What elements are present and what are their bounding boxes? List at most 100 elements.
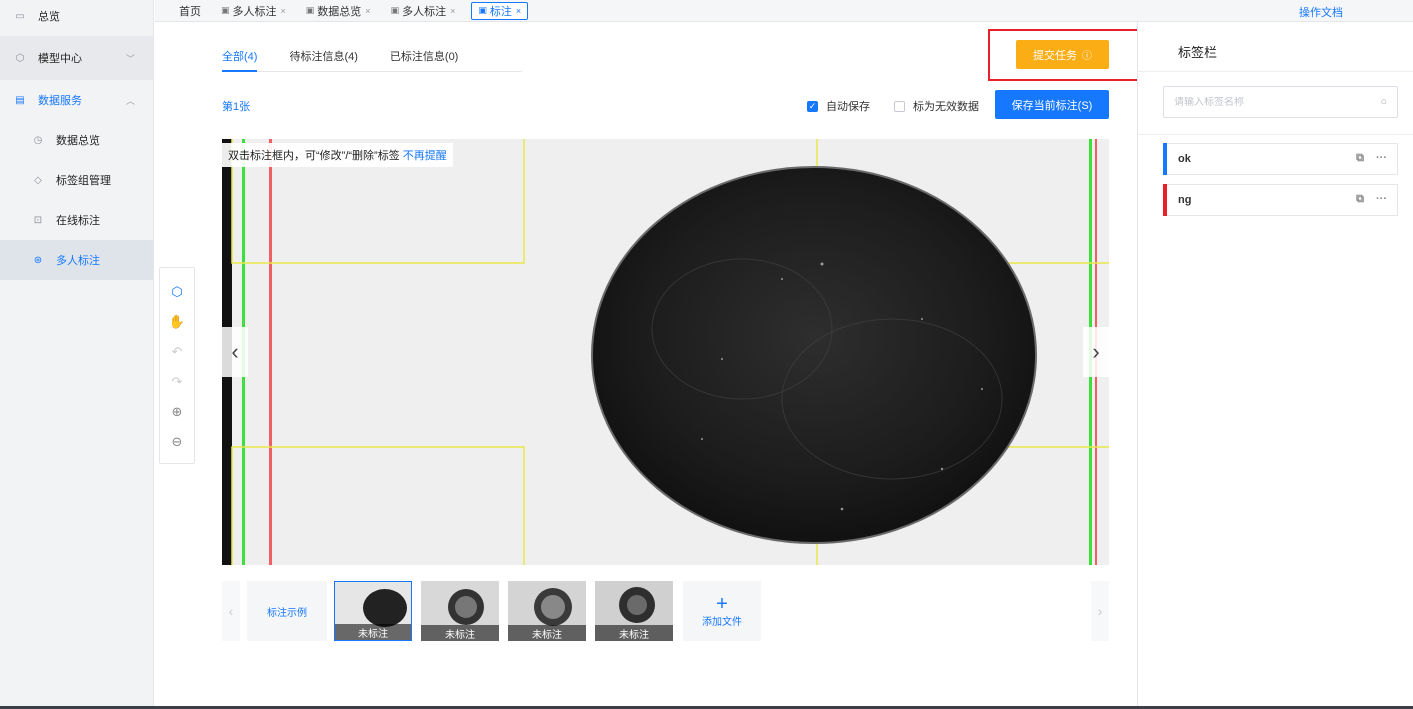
thumbnail-item[interactable]: 未标注 <box>421 581 499 641</box>
thumbnail-item[interactable]: 未标注 <box>595 581 673 641</box>
label-name: ok <box>1178 153 1191 165</box>
close-icon[interactable]: × <box>450 6 455 16</box>
close-icon[interactable]: × <box>516 6 521 16</box>
more-icon[interactable]: ··· <box>1376 152 1387 165</box>
tab-done[interactable]: 已标注信息(0) <box>390 48 458 72</box>
tab-home[interactable]: 首页 <box>175 2 205 20</box>
dashboard-icon: ▭ <box>15 10 25 22</box>
sidebar-item-label: 数据服务 <box>38 95 82 107</box>
sidebar-item-label: 数据总览 <box>56 135 100 147</box>
label-item-ng[interactable]: ng ⧉ ··· <box>1163 184 1398 216</box>
chevron-up-icon: ︿ <box>125 95 135 106</box>
save-annotation-button[interactable]: 保存当前标注(S) <box>995 90 1109 119</box>
sidebar-item-model-center[interactable]: ⬡ 模型中心 ﹀ <box>0 36 153 80</box>
label-color-bar <box>1163 143 1167 175</box>
tab-all[interactable]: 全部(4) <box>222 48 258 72</box>
polygon-tool-icon[interactable]: ⬡ <box>167 282 187 302</box>
tab-data-overview[interactable]: ▣ 数据总览 × <box>302 2 375 20</box>
annotation-image <box>222 139 1109 565</box>
annotation-canvas[interactable]: 双击标注框内，可“修改”/“删除”标签 不再提醒 ‹ › <box>222 139 1109 565</box>
sidebar-item-online-annotate[interactable]: ⊡ 在线标注 <box>0 200 153 240</box>
undo-icon[interactable]: ↶ <box>167 342 187 362</box>
tag-icon: ◇ <box>34 174 42 186</box>
tab-label: 多人标注 <box>232 5 277 18</box>
sidebar-item-label: 模型中心 <box>38 53 82 65</box>
chevron-down-icon: ﹀ <box>125 53 135 64</box>
tab-annotate[interactable]: ▣ 标注 × <box>471 1 529 20</box>
panel-title: 标签栏 <box>1178 45 1218 60</box>
sidebar-item-data-overview[interactable]: ◷ 数据总览 <box>0 120 153 160</box>
tab-label: 标注 <box>489 5 512 18</box>
prev-image-button[interactable]: ‹ <box>222 327 248 377</box>
team-icon: ⊛ <box>33 254 43 266</box>
tab-multi-annotate[interactable]: ▣ 多人标注 × <box>217 2 290 20</box>
more-icon[interactable]: ··· <box>1376 193 1387 206</box>
thumbnail-item[interactable]: 未标注 <box>508 581 586 641</box>
tab-bar: 首页 ▣ 多人标注 × ▣ 数据总览 × ▣ 多人标注 × ▣ 标注 × 操作文… <box>155 0 1413 22</box>
thumb-status: 未标注 <box>508 625 586 641</box>
thumb-next-button[interactable]: › <box>1091 581 1109 641</box>
add-file-button[interactable]: + 添加文件 <box>683 581 761 641</box>
hint-banner: 双击标注框内，可“修改”/“删除”标签 不再提醒 <box>222 143 453 167</box>
label-item-ok[interactable]: ok ⧉ ··· <box>1163 143 1398 175</box>
tab-label: 多人标注 <box>402 5 447 18</box>
label-panel: 标签栏 ○ ok ⧉ ··· ng ⧉ ··· <box>1137 22 1413 709</box>
annotate-icon: ⊡ <box>33 214 43 226</box>
search-icon[interactable]: ○ <box>1380 96 1387 108</box>
label-actions: ⧉ ··· <box>1356 193 1387 206</box>
dismiss-hint-link[interactable]: 不再提醒 <box>403 150 447 162</box>
page-icon: ▣ <box>221 5 230 15</box>
tab-multi-annotate-2[interactable]: ▣ 多人标注 × <box>387 2 460 20</box>
thumb-status: 未标注 <box>421 625 499 641</box>
label-color-bar <box>1163 184 1167 216</box>
tab-pending[interactable]: 待标注信息(4) <box>289 48 357 72</box>
thumb-status: 未标注 <box>335 624 411 640</box>
label-name: ng <box>1178 194 1192 206</box>
sidebar-item-label: 多人标注 <box>56 255 100 267</box>
label-search-input[interactable] <box>1174 96 1381 108</box>
redo-icon[interactable]: ↷ <box>167 372 187 392</box>
zoom-out-icon[interactable]: ⊖ <box>167 432 187 452</box>
button-label: 添加文件 <box>702 616 742 628</box>
thumbnail-item[interactable]: 未标注 <box>334 581 412 641</box>
copy-icon[interactable]: ⧉ <box>1356 193 1364 206</box>
clock-icon: ◷ <box>33 134 43 146</box>
page-icon: ▣ <box>478 5 487 15</box>
divider <box>1138 134 1413 135</box>
info-icon: ⓘ <box>1082 51 1092 62</box>
tab-label: 首页 <box>179 5 201 18</box>
close-icon[interactable]: × <box>365 6 370 16</box>
sidebar: ▭ 总览 ⬡ 模型中心 ﹀ ▤ 数据服务 ︿ ◷ 数据总览 ◇ 标签组管理 ⊡ … <box>0 0 154 709</box>
copy-icon[interactable]: ⧉ <box>1356 152 1364 165</box>
zoom-in-icon[interactable]: ⊕ <box>167 402 187 422</box>
close-icon[interactable]: × <box>281 6 286 16</box>
tab-label: 数据总览 <box>317 5 362 18</box>
page-number: 第1张 <box>222 101 251 113</box>
plus-icon: + <box>716 592 728 615</box>
checkbox-label: 标为无效数据 <box>913 101 979 113</box>
sidebar-item-data-service[interactable]: ▤ 数据服务 ︿ <box>0 80 153 120</box>
tool-palette: ⬡ ✋ ↶ ↷ ⊕ ⊖ <box>159 267 195 464</box>
auto-save-checkbox[interactable]: ✓ 自动保存 <box>807 98 870 114</box>
invalid-data-checkbox[interactable]: 标为无效数据 <box>894 98 979 114</box>
button-label: 提交任务 <box>1033 49 1077 62</box>
sidebar-item-tag-group[interactable]: ◇ 标签组管理 <box>0 160 153 200</box>
hand-tool-icon[interactable]: ✋ <box>167 312 187 332</box>
sidebar-item-multi-annotate[interactable]: ⊛ 多人标注 <box>0 240 153 280</box>
thumb-prev-button[interactable]: ‹ <box>222 581 240 641</box>
label-search: ○ <box>1163 86 1398 118</box>
thumb-status: 未标注 <box>595 625 673 641</box>
sidebar-item-overview[interactable]: ▭ 总览 <box>0 0 153 32</box>
next-image-button[interactable]: › <box>1083 327 1109 377</box>
database-icon: ▤ <box>15 94 25 106</box>
sidebar-item-label: 标签组管理 <box>56 175 111 187</box>
page-icon: ▣ <box>305 5 315 15</box>
check-icon: ✓ <box>807 100 818 112</box>
checkbox-box <box>894 100 905 112</box>
sidebar-item-label: 在线标注 <box>56 215 100 227</box>
page-icon: ▣ <box>390 5 400 15</box>
checkbox-label: 自动保存 <box>826 101 870 113</box>
docs-link[interactable]: 操作文档 <box>1299 4 1343 20</box>
submit-task-button[interactable]: 提交任务 ⓘ <box>1016 40 1109 69</box>
annotation-example-button[interactable]: 标注示例 <box>247 581 327 641</box>
